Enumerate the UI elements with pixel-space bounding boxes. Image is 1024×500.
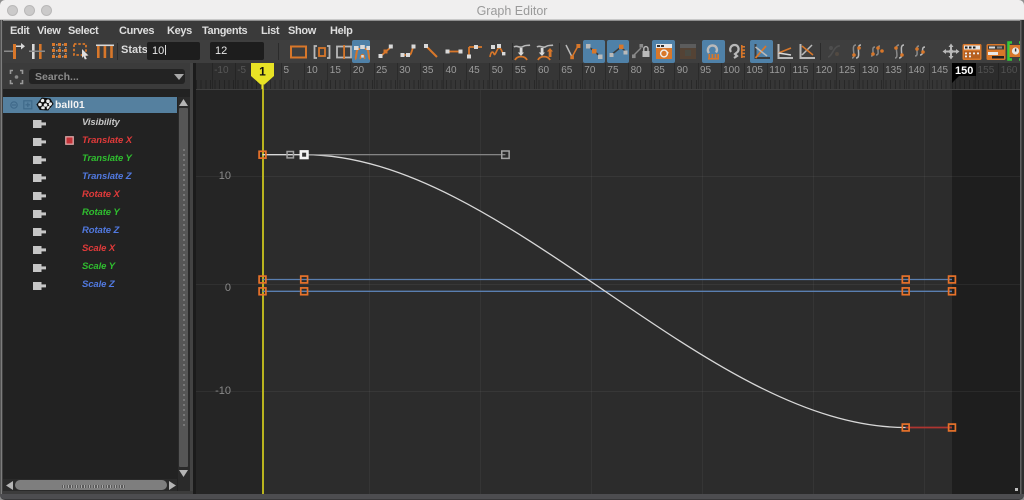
svg-text:150: 150 <box>955 65 973 77</box>
svg-text:1: 1 <box>259 65 266 79</box>
